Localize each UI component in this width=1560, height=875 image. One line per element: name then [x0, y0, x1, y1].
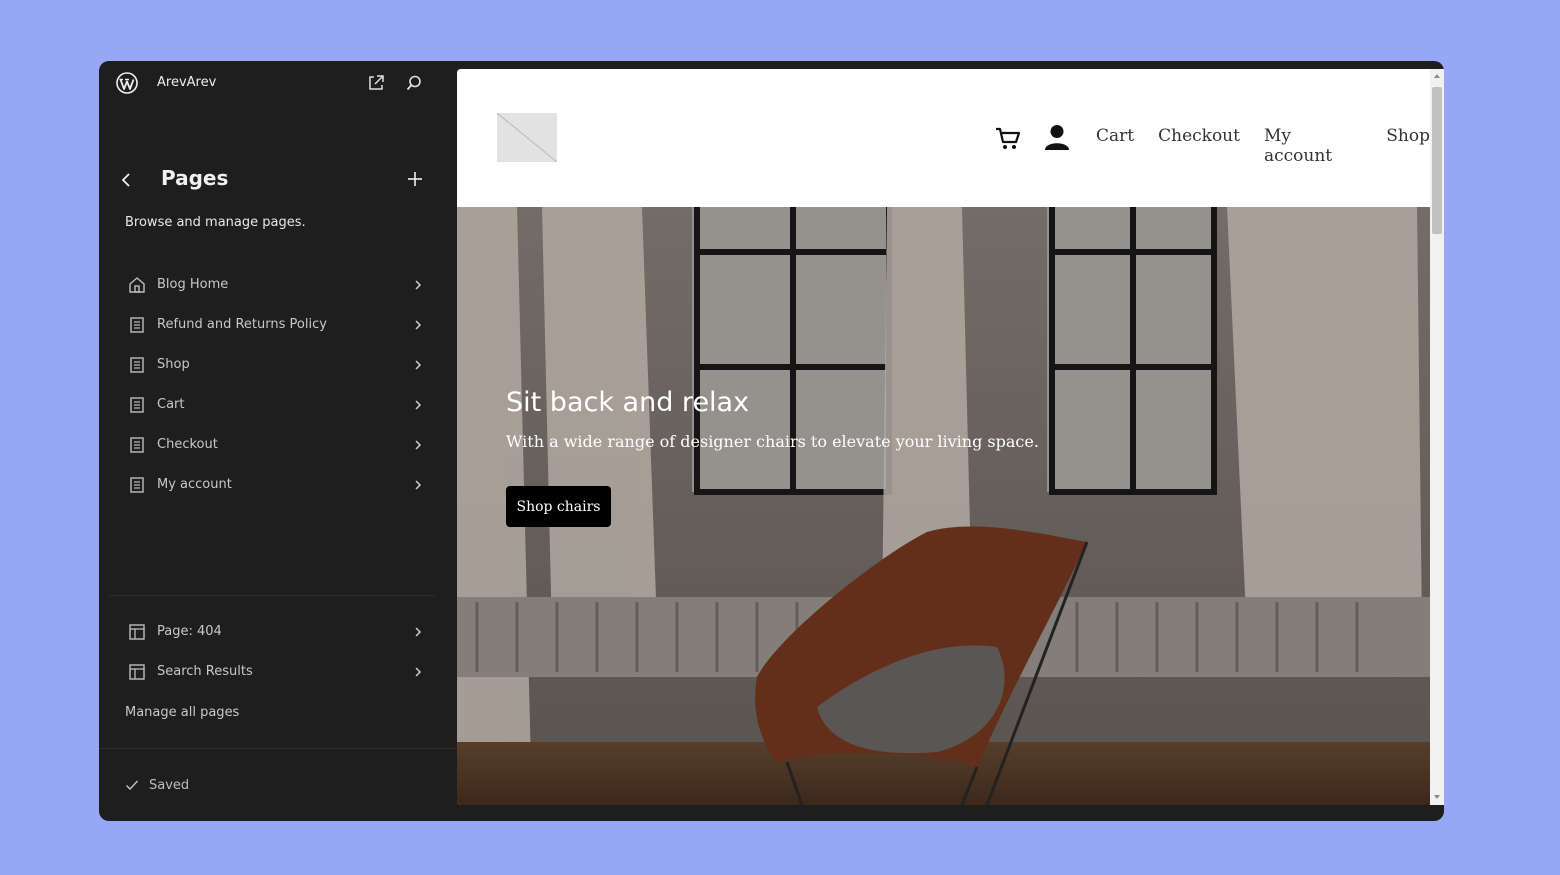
nav-link-shop[interactable]: Shop	[1386, 126, 1430, 166]
panel-description: Browse and manage pages.	[125, 215, 306, 230]
back-chevron-icon[interactable]	[117, 169, 137, 191]
save-status: Saved	[149, 778, 190, 793]
nav-link-cart[interactable]: Cart	[1096, 126, 1134, 166]
layout-icon	[129, 664, 145, 680]
nav-link-checkout[interactable]: Checkout	[1158, 126, 1240, 166]
sidebar: ArevArev Pages Browse and manage pages.	[99, 61, 457, 821]
page-icon	[130, 397, 144, 413]
external-link-icon[interactable]	[367, 74, 385, 92]
sidebar-item-checkout[interactable]: Checkout	[119, 425, 429, 465]
page-icon	[130, 317, 144, 333]
site-navigation: Cart Checkout My account Shop	[1096, 126, 1430, 166]
chevron-right-icon	[415, 400, 422, 410]
scroll-up-arrow-icon[interactable]	[1433, 72, 1441, 80]
sidebar-item-label: Search Results	[157, 664, 253, 679]
chevron-right-icon	[415, 280, 422, 290]
sidebar-item-shop[interactable]: Shop	[119, 345, 429, 385]
sidebar-item-blog-home[interactable]: Blog Home	[119, 265, 429, 305]
sidebar-item-cart[interactable]: Cart	[119, 385, 429, 425]
preview-scrollbar[interactable]	[1430, 69, 1444, 805]
chevron-right-icon	[415, 320, 422, 330]
home-icon	[129, 277, 145, 293]
cart-icon[interactable]	[995, 125, 1021, 151]
add-page-icon[interactable]	[405, 169, 425, 189]
sidebar-item-label: Page: 404	[157, 624, 222, 639]
pages-list: Blog Home Refund and Returns Policy Shop…	[119, 265, 429, 505]
search-icon[interactable]	[405, 74, 423, 92]
manage-all-pages-link[interactable]: Manage all pages	[125, 705, 239, 720]
templates-list: Page: 404 Search Results	[119, 612, 429, 692]
sidebar-item-page-404[interactable]: Page: 404	[119, 612, 429, 652]
page-icon	[130, 437, 144, 453]
shop-chairs-button[interactable]: Shop chairs	[506, 486, 611, 527]
site-header: Cart Checkout My account Shop	[457, 69, 1430, 207]
page-icon	[130, 357, 144, 373]
site-editor-window: ArevArev Pages Browse and manage pages.	[99, 61, 1444, 821]
wordpress-logo-icon[interactable]	[116, 72, 138, 94]
sidebar-item-search-results[interactable]: Search Results	[119, 652, 429, 692]
chevron-right-icon	[415, 480, 422, 490]
sidebar-item-label: Cart	[157, 397, 185, 412]
user-account-icon[interactable]	[1044, 124, 1070, 151]
page-icon	[130, 477, 144, 493]
chevron-right-icon	[415, 440, 422, 450]
sidebar-item-refund-policy[interactable]: Refund and Returns Policy	[119, 305, 429, 345]
site-logo-placeholder[interactable]	[497, 113, 557, 162]
sidebar-item-label: My account	[157, 477, 232, 492]
site-preview[interactable]: Cart Checkout My account Shop Sit back a…	[457, 69, 1444, 805]
layout-icon	[129, 624, 145, 640]
site-name[interactable]: ArevArev	[157, 75, 216, 90]
sidebar-topbar: ArevArev	[99, 61, 457, 107]
hero-title: Sit back and relax	[506, 387, 750, 418]
chevron-right-icon	[415, 360, 422, 370]
chevron-right-icon	[415, 667, 422, 677]
nav-link-my-account[interactable]: My account	[1264, 126, 1362, 166]
sidebar-item-my-account[interactable]: My account	[119, 465, 429, 505]
sidebar-item-label: Checkout	[157, 437, 218, 452]
hero-cover: Sit back and relax With a wide range of …	[457, 207, 1430, 805]
hero-subtitle: With a wide range of designer chairs to …	[506, 432, 1039, 451]
sidebar-item-label: Shop	[157, 357, 190, 372]
scroll-down-arrow-icon[interactable]	[1433, 793, 1441, 801]
chevron-right-icon	[415, 627, 422, 637]
section-divider	[109, 595, 435, 596]
sidebar-item-label: Refund and Returns Policy	[157, 317, 327, 332]
footer-divider	[99, 748, 457, 749]
check-icon	[125, 780, 139, 791]
scrollbar-thumb[interactable]	[1432, 87, 1442, 234]
panel-title: Pages	[161, 166, 229, 190]
sidebar-item-label: Blog Home	[157, 277, 229, 292]
